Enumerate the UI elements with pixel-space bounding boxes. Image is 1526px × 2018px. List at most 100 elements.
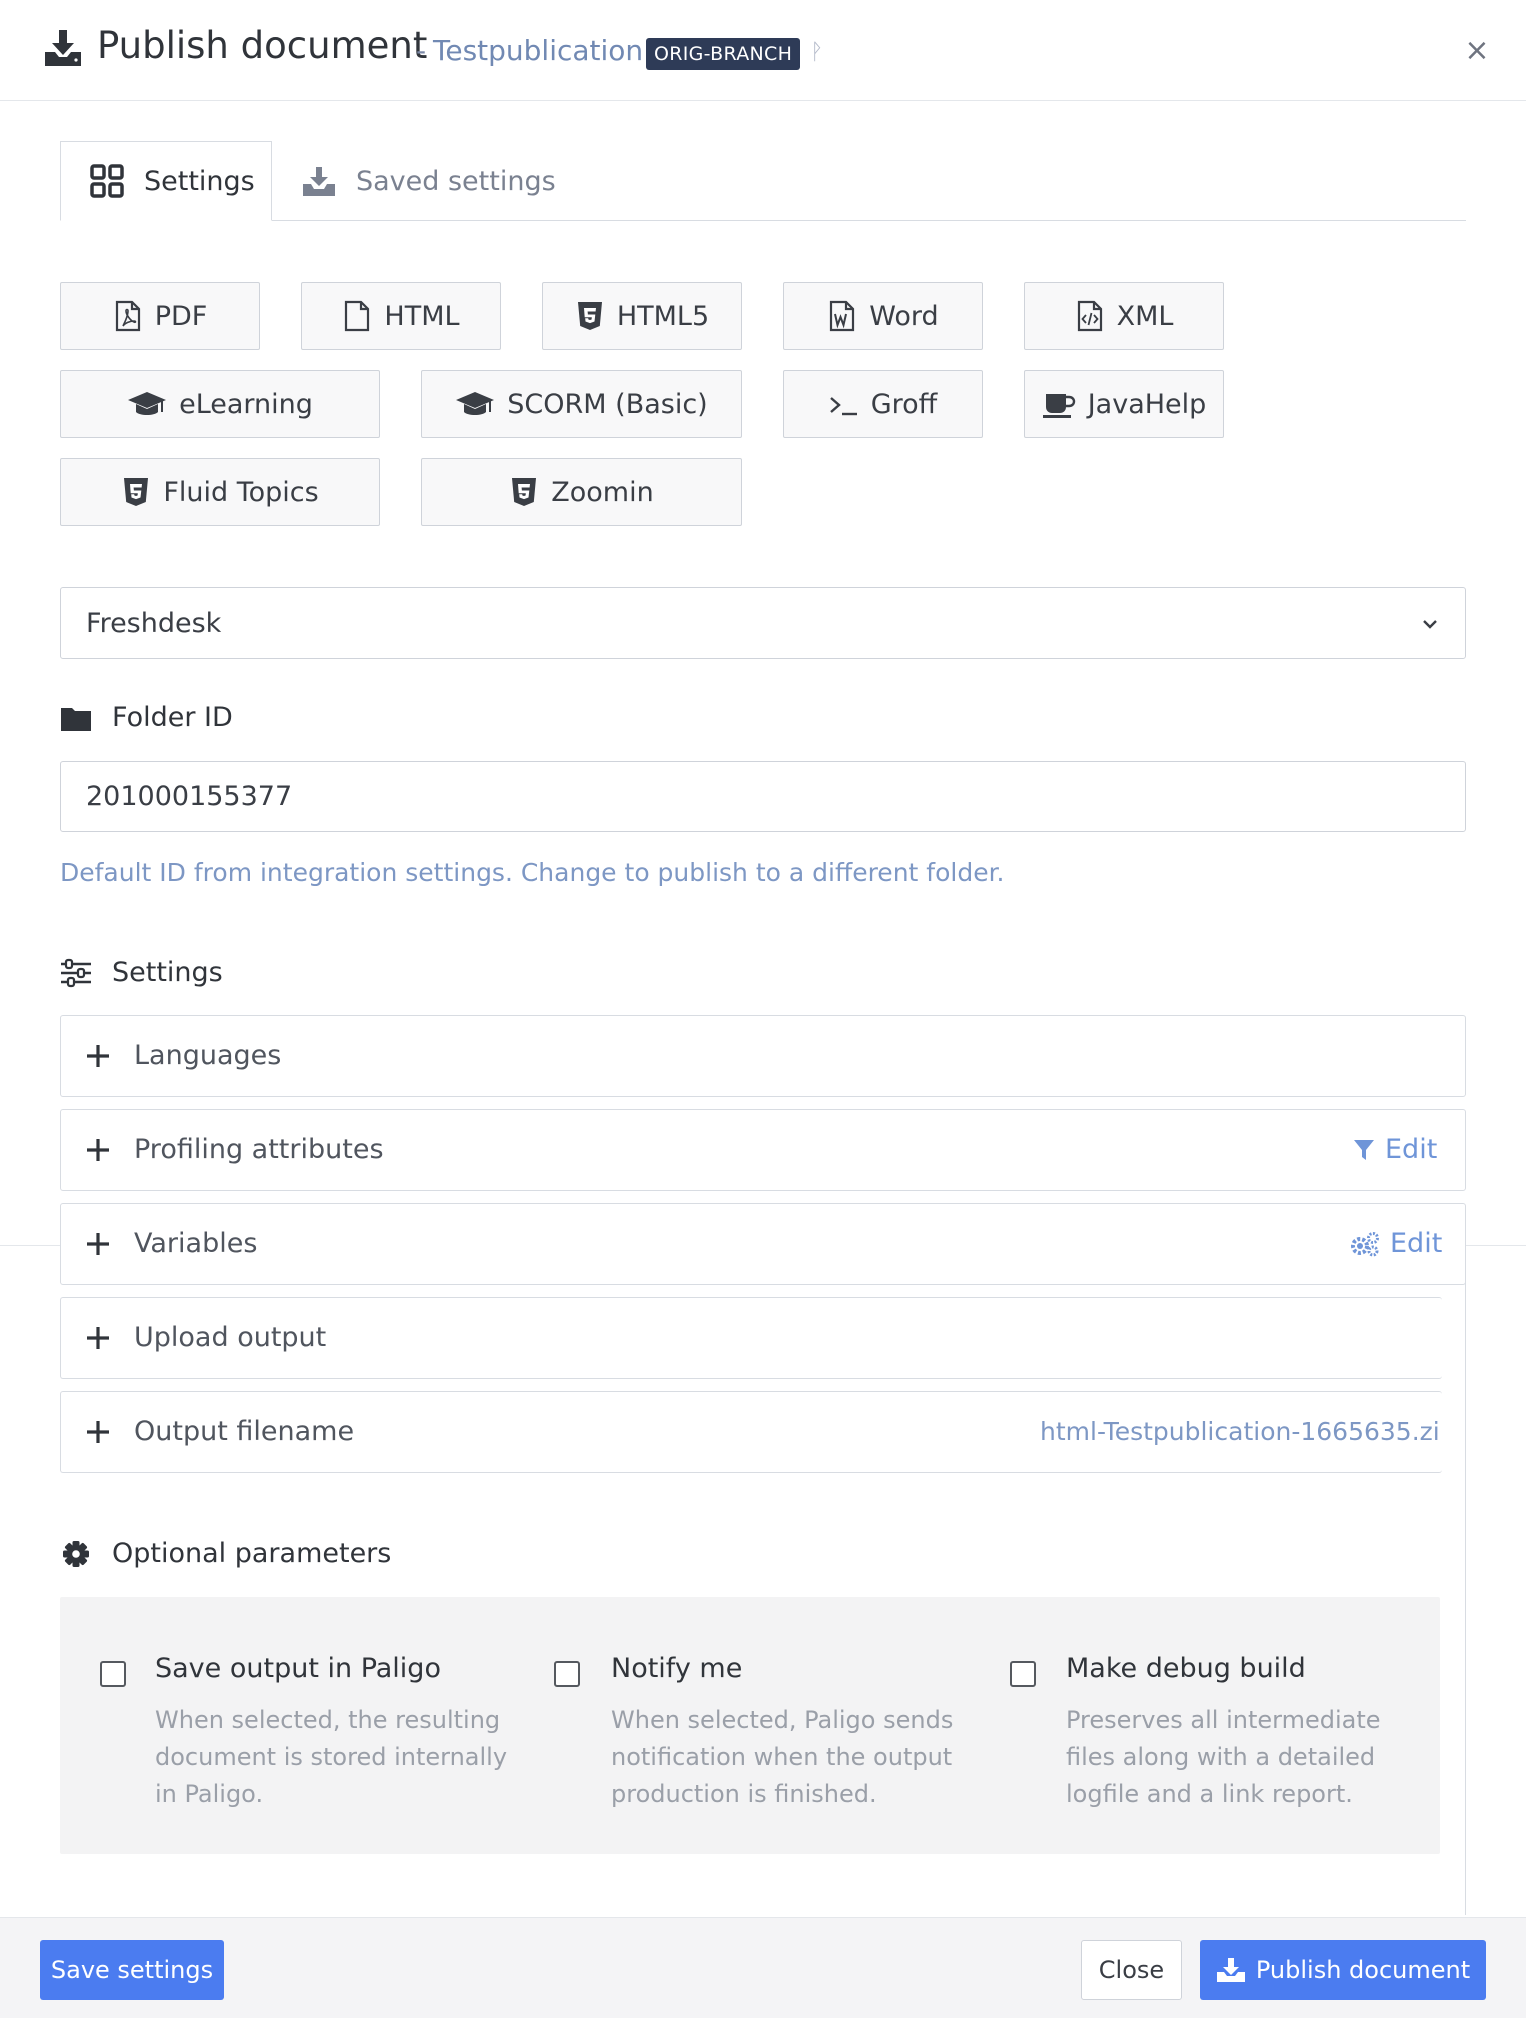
panel-variables-label: Variables (134, 1228, 258, 1259)
notify-me-title: Notify me (611, 1653, 743, 1684)
plus-icon (87, 1327, 109, 1349)
modal-title: Publish document (97, 24, 428, 67)
overlay-edge-left (0, 1245, 60, 1246)
download-icon (45, 30, 81, 66)
format-groff-label: Groff (870, 388, 938, 420)
format-groff-button[interactable]: Groff (783, 370, 983, 438)
save-output-checkbox[interactable] (100, 1661, 126, 1687)
chevron-down-icon (1423, 620, 1437, 629)
plus-icon (87, 1233, 109, 1255)
debug-build-checkbox[interactable] (1010, 1661, 1036, 1687)
integration-select[interactable]: Freshdesk (60, 587, 1466, 659)
debug-build-title: Make debug build (1066, 1653, 1306, 1684)
close-button[interactable]: Close (1081, 1940, 1182, 2000)
format-zoomin-button[interactable]: Zoomin (421, 458, 742, 526)
optional-params-text: Optional parameters (112, 1538, 392, 1569)
file-icon (345, 300, 370, 332)
output-filename-value: html-Testpublication-1665635.zip (1040, 1417, 1442, 1446)
publish-document-label: Publish document (1255, 1956, 1471, 1984)
panel-output-filename-label: Output filename (134, 1416, 355, 1447)
panel-profiling-attributes[interactable]: Profiling attributes Edit (60, 1109, 1466, 1191)
integration-select-value: Freshdesk (86, 607, 222, 639)
branch-icon: ᚹ (810, 40, 824, 65)
save-settings-button[interactable]: Save settings (40, 1940, 224, 2000)
modal-header: Publish document - Testpublication ORIG-… (0, 0, 1526, 101)
format-scorm-button[interactable]: SCORM (Basic) (421, 370, 742, 438)
format-word-label: Word (869, 300, 939, 332)
format-html5-button[interactable]: HTML5 (542, 282, 742, 350)
profiling-edit-text: Edit (1385, 1134, 1438, 1165)
panel-output-filename[interactable]: Output filename html-Testpublication-166… (60, 1391, 1442, 1473)
tab-settings-label: Settings (144, 165, 255, 197)
format-pdf-label: PDF (154, 300, 208, 332)
terminal-icon (829, 397, 857, 416)
settings-section-text: Settings (112, 957, 223, 988)
word-file-icon (830, 300, 855, 332)
format-html-label: HTML (384, 300, 460, 332)
format-javahelp-button[interactable]: JavaHelp (1024, 370, 1224, 438)
folder-icon (61, 707, 91, 731)
optional-params-box: Save output in Paligo When selected, the… (60, 1597, 1440, 1854)
plus-icon (87, 1421, 109, 1443)
format-fluid-topics-label: Fluid Topics (163, 476, 319, 508)
download-icon (1216, 1958, 1245, 1982)
format-javahelp-label: JavaHelp (1087, 388, 1207, 420)
tab-settings[interactable]: Settings (60, 141, 272, 221)
tab-saved-settings-label: Saved settings (356, 165, 556, 197)
notify-me-desc: When selected, Paligo sends notification… (611, 1706, 954, 1808)
pdf-file-icon (115, 300, 140, 332)
publication-name: Testpublication (433, 34, 644, 67)
variables-edit-text: Edit (1390, 1228, 1443, 1259)
code-file-icon (1077, 300, 1102, 332)
format-xml-label: XML (1116, 300, 1174, 332)
settings-section-label: Settings (60, 957, 223, 988)
grid-icon (90, 164, 124, 198)
coffee-cup-icon (1042, 394, 1075, 418)
graduation-cap-icon (128, 392, 167, 415)
save-output-title: Save output in Paligo (155, 1653, 441, 1684)
sliders-icon (61, 958, 91, 987)
title-separator: - (416, 34, 427, 67)
panel-upload-output-label: Upload output (134, 1322, 327, 1353)
format-pdf-button[interactable]: PDF (60, 282, 260, 350)
folder-id-value: 201000155377 (86, 781, 293, 812)
debug-build-desc: Preserves all intermediate files along w… (1066, 1706, 1381, 1808)
graduation-cap-icon (456, 392, 495, 415)
format-zoomin-label: Zoomin (551, 476, 654, 508)
format-elearning-label: eLearning (179, 388, 313, 420)
publish-document-button[interactable]: Publish document (1200, 1940, 1486, 2000)
notify-me-checkbox[interactable] (554, 1661, 580, 1687)
plus-icon (87, 1139, 109, 1161)
folder-id-text: Folder ID (112, 702, 233, 733)
filter-icon (1354, 1139, 1374, 1160)
folder-id-input[interactable]: 201000155377 (60, 761, 1466, 832)
panel-profiling-label: Profiling attributes (134, 1134, 384, 1165)
tray-download-icon (303, 167, 335, 196)
save-output-desc: When selected, the resulting document is… (155, 1706, 508, 1808)
format-word-button[interactable]: Word (783, 282, 983, 350)
format-xml-button[interactable]: XML (1024, 282, 1224, 350)
modal-footer: Save settings Close Publish document (0, 1917, 1526, 2018)
gear-icon (63, 1540, 89, 1567)
plus-icon (87, 1045, 109, 1067)
folder-id-help: Default ID from integration settings. Ch… (60, 858, 1005, 887)
format-elearning-button[interactable]: eLearning (60, 370, 380, 438)
tab-saved-settings[interactable]: Saved settings (300, 141, 600, 221)
format-scorm-label: SCORM (Basic) (507, 388, 708, 420)
folder-id-label: Folder ID (60, 702, 233, 733)
variables-edit-link[interactable]: Edit (1350, 1228, 1442, 1259)
format-html-button[interactable]: HTML (301, 282, 501, 350)
profiling-edit-link[interactable]: Edit (1353, 1134, 1437, 1165)
html5-icon (577, 302, 602, 330)
format-fluid-topics-button[interactable]: Fluid Topics (60, 458, 380, 526)
optional-params-label: Optional parameters (60, 1538, 391, 1569)
panel-languages[interactable]: Languages (60, 1015, 1466, 1097)
panel-languages-label: Languages (134, 1040, 282, 1071)
overlay-edge-right (1466, 1245, 1526, 1246)
html5-icon (512, 478, 537, 506)
format-html5-label: HTML5 (616, 300, 710, 332)
close-icon[interactable]: × (1462, 36, 1492, 66)
panel-variables[interactable]: Variables Edit (60, 1203, 1466, 1285)
panel-upload-output[interactable]: Upload output (60, 1297, 1442, 1379)
cogs-icon (1351, 1231, 1379, 1256)
